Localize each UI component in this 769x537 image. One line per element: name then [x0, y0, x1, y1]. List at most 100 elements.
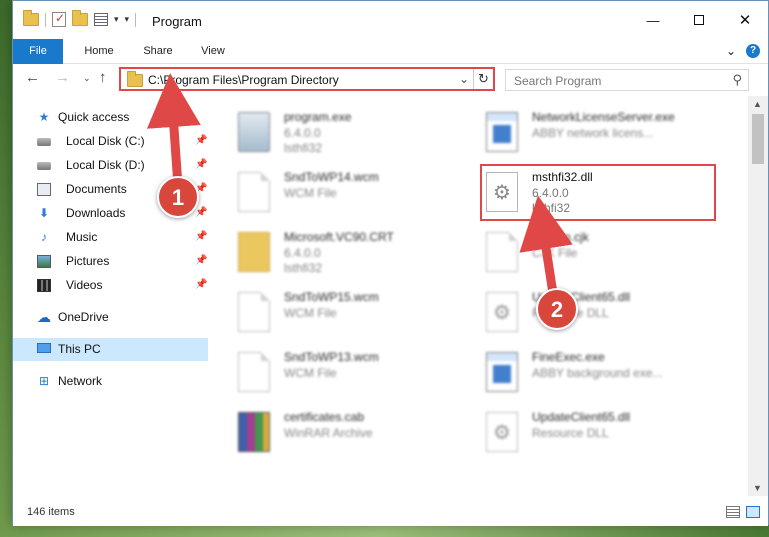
file-item[interactable]: SndToWP14.wcm WCM File [208, 164, 448, 224]
pictures-icon [37, 255, 51, 268]
ribbon-tabs: File Home Share View ⌄ ? [13, 39, 768, 99]
download-arrow-icon: ⬇ [38, 206, 50, 220]
address-path[interactable]: C:\Program Files\Program Directory [148, 73, 339, 87]
address-bar[interactable]: C:\Program Files\Program Directory ⌄ ↻ [119, 67, 495, 91]
file-item[interactable]: SndToWP15.wcm WCM File [208, 284, 448, 344]
new-folder-icon[interactable] [72, 10, 88, 26]
folder-icon[interactable] [23, 10, 39, 26]
refresh-button[interactable]: ↻ [473, 69, 493, 89]
file-item[interactable]: FineExec.exe ABBY background exe... [456, 344, 696, 404]
sidebar-item-quick-access[interactable]: ★ Quick access [13, 106, 208, 129]
file-name: UpdateClient65.dll [532, 410, 631, 424]
pin-icon[interactable]: 📌 [195, 135, 207, 146]
file-name: program.exe [284, 110, 352, 124]
help-icon[interactable]: ? [746, 44, 760, 58]
application-icon [486, 112, 518, 152]
scrollbar-thumb[interactable] [752, 114, 764, 164]
search-input[interactable]: Search Program [514, 74, 601, 88]
file-detail: ABBY background exe... [532, 366, 663, 380]
up-arrow-icon[interactable]: ↑ [99, 69, 107, 86]
properties-check-icon[interactable] [52, 11, 66, 27]
sidebar-item-label: Downloads [66, 206, 126, 220]
pin-icon[interactable]: 📌 [195, 255, 207, 266]
file-item[interactable]: ⚙ UpdateClient65.dll Resource DLL [456, 404, 696, 464]
file-name: SndToWP15.wcm [284, 290, 379, 304]
sidebar-item-videos[interactable]: Videos 📌 [13, 274, 208, 297]
step-marker-2: 2 [536, 288, 578, 330]
step-marker-1: 1 [157, 176, 199, 218]
disk-icon [37, 138, 51, 146]
sidebar-item-label: Videos [66, 278, 103, 292]
file-item[interactable]: program.exe 6.4.0.0 lsthfi32 [208, 104, 448, 164]
sidebar-item-onedrive[interactable]: ☁ OneDrive [13, 306, 208, 329]
sidebar-item-label: Quick access [58, 110, 130, 124]
file-detail: WCM File [284, 306, 337, 320]
properties-icon[interactable] [94, 13, 108, 26]
sidebar-item-local-disk-d[interactable]: Local Disk (D:) 📌 [13, 154, 208, 177]
address-dropdown-chevron-icon[interactable]: ⌄ [459, 72, 469, 86]
ribbon-right-controls: ⌄ ? [726, 44, 760, 58]
pin-icon[interactable]: 📌 [195, 207, 207, 218]
file-list: program.exe 6.4.0.0 lsthfi32 NetworkLice… [208, 96, 748, 496]
recent-locations-chevron-icon[interactable]: ⌄ [83, 73, 91, 84]
details-view-icon[interactable] [726, 506, 740, 518]
maximize-icon [694, 15, 704, 25]
sidebar-item-this-pc[interactable]: This PC [13, 338, 208, 361]
pin-icon[interactable]: 📌 [195, 231, 207, 242]
qat-dropdown-icon[interactable]: ▾ [125, 14, 130, 25]
tab-home[interactable]: Home [74, 39, 124, 63]
file-detail: ABBY network licens... [532, 126, 654, 140]
winrar-archive-icon [238, 412, 270, 452]
film-strip-icon [37, 279, 51, 292]
application-icon [486, 352, 518, 392]
file-detail: CJK File [532, 246, 578, 260]
sidebar-item-pictures[interactable]: Pictures 📌 [13, 250, 208, 273]
file-detail: Resource DLL [532, 426, 609, 440]
pin-icon[interactable]: 📌 [195, 159, 207, 170]
close-button[interactable]: ✕ [722, 1, 768, 39]
title-bar: ▾ ▾ Program — ✕ [13, 1, 768, 39]
sidebar-item-label: Local Disk (C:) [66, 134, 145, 148]
search-icon[interactable]: ⚲ [732, 72, 742, 88]
document-icon [238, 352, 270, 392]
scroll-up-arrow-icon[interactable]: ▲ [753, 99, 762, 109]
customize-toolbar-chevron-icon[interactable]: ▾ [114, 14, 119, 25]
file-detail: WinRAR Archive [284, 426, 373, 440]
file-item[interactable]: NetworkLicenseServer.exe ABBY network li… [456, 104, 696, 164]
file-item[interactable]: Korean.cjk CJK File [456, 224, 696, 284]
file-detail: lsthfi32 [284, 141, 323, 155]
file-detail: 6.4.0.0 [284, 246, 321, 260]
back-arrow-icon[interactable]: ← [25, 69, 40, 86]
minimize-button[interactable]: — [630, 1, 676, 39]
sidebar-item-label: Documents [66, 182, 127, 196]
vertical-scrollbar[interactable]: ▲ ▼ [748, 96, 768, 496]
star-icon: ★ [38, 110, 50, 124]
tab-share[interactable]: Share [133, 39, 183, 63]
sidebar-item-music[interactable]: ♪ Music 📌 [13, 226, 208, 249]
document-icon [238, 172, 270, 212]
forward-arrow-icon[interactable]: → [55, 69, 70, 86]
sidebar-item-local-disk-c[interactable]: Local Disk (C:) 📌 [13, 130, 208, 153]
gear-document-icon: ⚙ [486, 412, 518, 452]
tab-view[interactable]: View [193, 39, 233, 63]
pin-icon[interactable]: 📌 [195, 279, 207, 290]
navigation-pane: ★ Quick access Local Disk (C:) 📌 Local D… [13, 96, 208, 496]
file-item[interactable]: Microsoft.VC90.CRT 6.4.0.0 lsthfi32 [208, 224, 448, 284]
search-box[interactable]: Search Program ⚲ [505, 69, 749, 91]
file-detail: WCM File [284, 186, 337, 200]
expand-ribbon-chevron-icon[interactable]: ⌄ [726, 44, 736, 58]
disk-icon [37, 162, 51, 170]
document-icon [486, 232, 518, 272]
file-item[interactable]: certificates.cab WinRAR Archive [208, 404, 448, 464]
file-item[interactable]: SndToWP13.wcm WCM File [208, 344, 448, 404]
scroll-down-arrow-icon[interactable]: ▼ [753, 483, 762, 493]
gear-document-icon: ⚙ [486, 292, 518, 332]
music-note-icon: ♪ [41, 230, 47, 244]
file-name: certificates.cab [284, 410, 365, 424]
large-icons-view-icon[interactable] [746, 506, 760, 518]
sidebar-item-network[interactable]: ⊞ Network [13, 370, 208, 393]
sidebar-item-label: Network [58, 374, 103, 388]
maximize-button[interactable] [676, 1, 722, 39]
sidebar-item-label: Music [66, 230, 98, 244]
folder-icon [238, 232, 270, 272]
